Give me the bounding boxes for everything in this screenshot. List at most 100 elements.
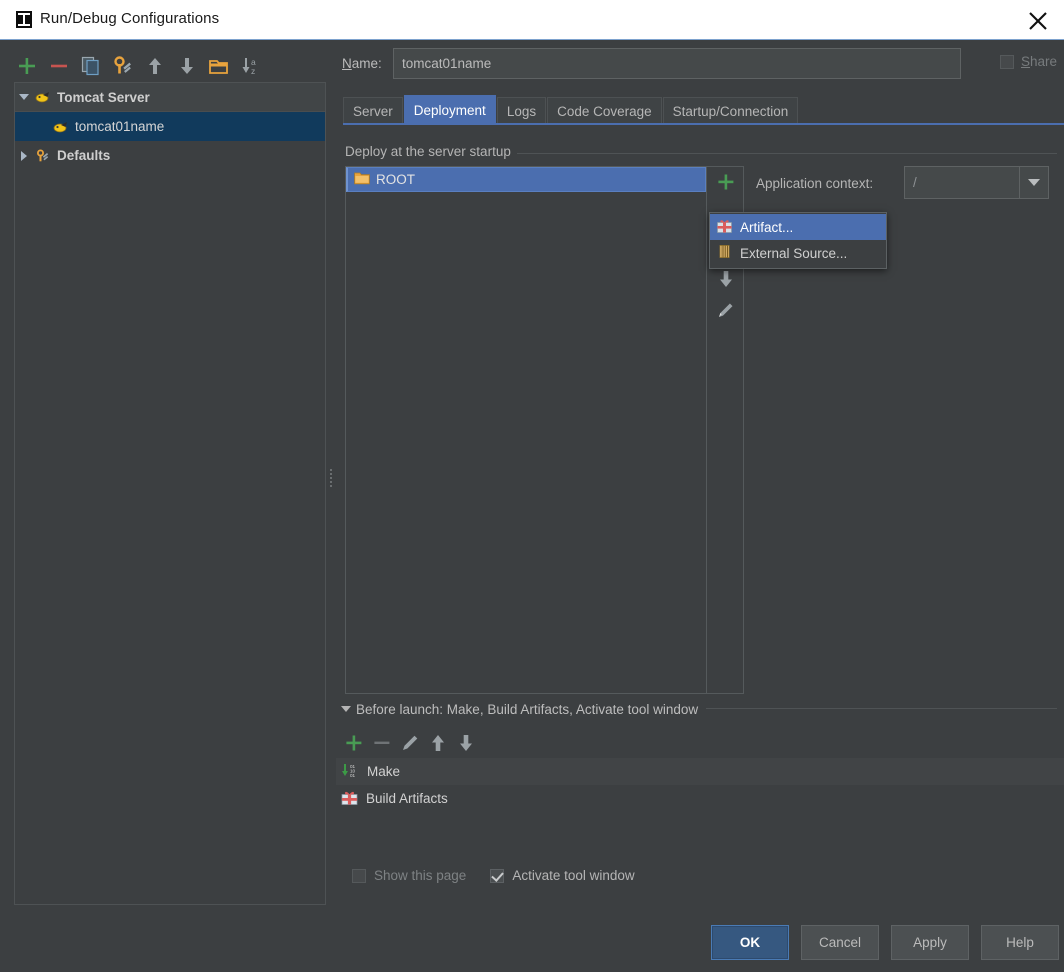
share-checkbox[interactable]: Share [1000,54,1057,69]
remove-task-button[interactable] [370,731,396,757]
tab-code-coverage[interactable]: Code Coverage [547,97,662,124]
tomcat-icon [51,119,71,135]
tab-label: Server [353,103,393,119]
before-launch-task-make[interactable]: 01 10 01 Make [336,758,1064,785]
configurations-toolbar: a z [14,50,326,82]
cancel-button[interactable]: Cancel [801,925,879,960]
move-task-down-button[interactable] [454,731,480,757]
dialog-title: Run/Debug Configurations [40,10,220,27]
configurations-tree[interactable]: Tomcat Server tomcat01name Defaults [14,82,326,905]
before-launch-task-label: Make [367,764,401,779]
svg-text:01: 01 [350,773,356,778]
intellij-idea-icon [16,11,32,28]
move-down-button[interactable] [174,53,200,79]
title-bar: Run/Debug Configurations [0,0,1064,40]
tab-label: Logs [506,103,537,119]
show-this-page-checkbox-box[interactable] [352,868,366,883]
splitter-grip[interactable] [329,467,333,497]
help-button-label: Help [1006,935,1034,950]
before-launch-options: Show this page Activate tool window [352,868,659,883]
apply-button[interactable]: Apply [891,925,969,960]
tree-item-defaults[interactable]: Defaults [15,141,325,170]
deployment-row-root[interactable]: ROOT [346,167,706,192]
add-deployment-button[interactable] [712,168,739,195]
artifact-icon [341,789,358,808]
dialog-buttons: OK Cancel Apply Help [711,925,1064,960]
create-folder-button[interactable] [206,53,232,79]
remove-configuration-button[interactable] [46,53,72,79]
panel-splitter[interactable] [326,82,336,905]
run-debug-configurations-dialog: Run/Debug Configurations a z Tomcat Serv… [0,0,1064,972]
deployment-table: ROOT [345,166,745,694]
tomcat-icon [33,89,53,105]
before-launch-toolbar [342,728,542,756]
deployment-list[interactable]: ROOT [345,166,707,694]
make-icon: 01 10 01 [341,762,359,781]
activate-tool-window-checkbox[interactable]: Activate tool window [490,868,635,883]
before-launch-title: Before launch: Make, Build Artifacts, Ac… [356,701,699,717]
configuration-tabs[interactable]: Server Deployment Logs Code Coverage Sta… [343,95,799,124]
before-launch-task-build-artifacts[interactable]: Build Artifacts [336,785,1064,812]
add-deployment-popup-menu[interactable]: Artifact... External Source... [709,212,887,269]
activate-tool-window-checkbox-box[interactable] [490,868,505,883]
share-checkbox-label: Share [1021,54,1058,69]
tree-item-tomcat01name[interactable]: tomcat01name [15,112,325,141]
application-context-value: / [913,175,917,190]
share-checkbox-box[interactable] [1000,54,1014,69]
activate-tool-window-label: Activate tool window [512,868,635,883]
name-input[interactable]: tomcat01name [393,48,961,79]
artifact-icon [717,218,732,236]
tab-label: Startup/Connection [672,103,789,119]
popup-item-external-source[interactable]: External Source... [710,240,886,266]
tab-startup-connection[interactable]: Startup/Connection [662,97,799,124]
tab-label: Deployment [413,102,486,118]
wrench-icon [33,148,53,164]
popup-item-artifact[interactable]: Artifact... [710,214,886,240]
popup-item-label: External Source... [740,245,848,261]
edit-defaults-button[interactable] [110,53,136,79]
deploy-section-title: Deploy at the server startup [345,144,517,159]
tab-label: Code Coverage [557,103,652,119]
name-label: Name: [342,56,382,71]
application-context-combo[interactable]: / [904,166,1049,199]
tabs-underline [343,123,1064,125]
copy-configuration-button[interactable] [78,53,104,79]
tree-item-label: Defaults [57,148,111,163]
edit-deployment-button[interactable] [712,296,739,323]
dialog-content: a z Tomcat Server tomcat01name Defaults … [0,40,1064,972]
close-icon[interactable] [1018,4,1058,36]
show-this-page-label: Show this page [374,868,467,883]
tab-logs[interactable]: Logs [496,97,547,124]
ok-button[interactable]: OK [711,925,789,960]
ok-button-label: OK [739,935,761,950]
chevron-down-icon[interactable] [341,706,351,712]
cancel-button-label: Cancel [818,935,862,950]
svg-text:z: z [251,66,255,76]
deployment-row-label: ROOT [376,172,415,187]
add-task-button[interactable] [342,731,368,757]
sort-configurations-button[interactable]: a z [238,53,264,79]
chevron-right-icon[interactable] [15,150,33,161]
show-this-page-checkbox[interactable]: Show this page [352,868,466,883]
help-button[interactable]: Help [981,925,1059,960]
before-launch-task-label: Build Artifacts [366,791,448,806]
external-source-icon [717,244,732,262]
before-launch-header[interactable]: Before launch: Make, Build Artifacts, Ac… [341,701,707,717]
tree-item-label: tomcat01name [75,119,165,134]
tab-server[interactable]: Server [343,97,403,124]
chevron-down-icon[interactable] [1019,167,1048,198]
move-down-deployment-button[interactable] [712,265,739,292]
apply-button-label: Apply [913,935,947,950]
tab-deployment[interactable]: Deployment [403,95,496,124]
application-context-label: Application context: [756,176,874,191]
chevron-down-icon[interactable] [15,94,33,100]
configuration-editor-panel: Name: tomcat01name Share Server Deployme… [336,40,1064,972]
add-configuration-button[interactable] [14,53,40,79]
popup-item-label: Artifact... [740,219,794,235]
folder-icon [354,171,370,188]
tree-item-tomcat-server[interactable]: Tomcat Server [15,83,325,112]
move-task-up-button[interactable] [426,731,452,757]
edit-task-button[interactable] [398,731,424,757]
before-launch-task-list[interactable]: 01 10 01 Make Build Artifacts [336,758,1064,866]
move-up-button[interactable] [142,53,168,79]
